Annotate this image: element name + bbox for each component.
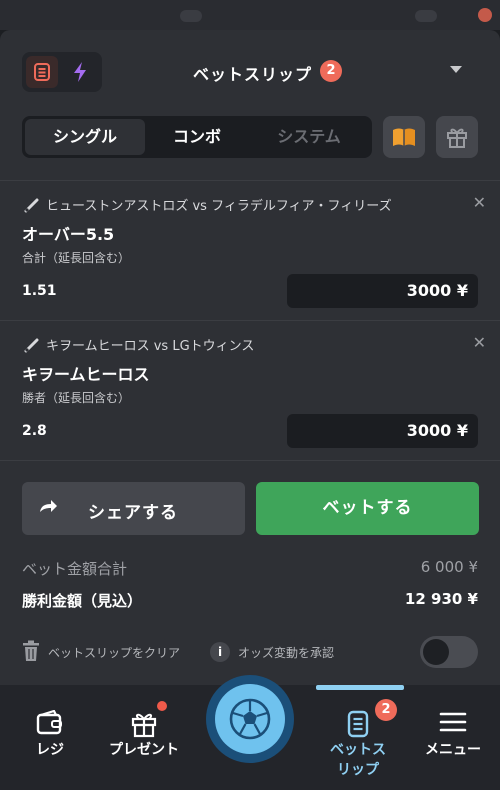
gift-icon	[108, 710, 180, 738]
share-arrow-icon	[38, 498, 58, 519]
tab-combo[interactable]: コンボ	[137, 119, 257, 155]
accept-odds-label: オッズ変動を承認	[238, 646, 335, 660]
book-button[interactable]	[383, 116, 425, 158]
betslip-count-badge: 2	[320, 60, 342, 82]
bet-market: 勝者（延長回含む）	[22, 391, 131, 405]
hamburger-menu-icon	[421, 710, 485, 738]
clear-betslip-link[interactable]: ベットスリップをクリア	[48, 644, 180, 661]
gift-button[interactable]	[436, 116, 478, 158]
chevron-down-icon[interactable]	[450, 66, 462, 73]
betslip-nav-badge: 2	[375, 699, 397, 721]
nav-label: プレゼント	[109, 742, 179, 758]
stake-input[interactable]: 3000 ¥	[287, 274, 478, 308]
potential-win-value: 12 930 ¥	[404, 590, 478, 608]
nav-item-present[interactable]: プレゼント	[108, 710, 180, 760]
bet-match: ヒューストンアストロズ vs フィラデルフィア・フィリーズ	[24, 195, 392, 214]
baseball-bat-icon	[24, 198, 39, 212]
bet-match: キヲームヒーロス vs LGトウィンス	[24, 335, 254, 354]
status-pill	[415, 10, 437, 22]
active-tab-indicator	[316, 685, 404, 690]
lightning-icon[interactable]	[64, 56, 96, 88]
soccer-ball-icon	[215, 684, 285, 754]
betslip-list-icon[interactable]	[26, 56, 58, 88]
gift-icon	[447, 128, 467, 148]
accept-odds-toggle[interactable]	[420, 636, 478, 668]
bet-item: キヲームヒーロス vs LGトウィンス ✕ キヲームヒーロス 勝者（延長回含む）…	[0, 320, 500, 460]
baseball-bat-icon	[24, 338, 39, 352]
status-pill	[180, 10, 202, 22]
total-stake-label: ベット金額合計	[22, 560, 128, 578]
betslip-sheet: ベットスリップ 2 シングル コンボ システム ヒューストンアストロズ vs フ…	[0, 30, 500, 685]
betslip-mode-switch	[22, 52, 102, 92]
notification-dot	[157, 701, 167, 711]
close-icon[interactable]: ✕	[473, 333, 486, 352]
bet-selection: オーバー5.5	[22, 225, 115, 244]
betslip-options: ベットスリップをクリア i オッズ変動を承認	[22, 636, 478, 670]
betslip-header: ベットスリップ 2	[0, 50, 500, 94]
book-icon	[393, 128, 415, 146]
toggle-knob	[423, 639, 449, 665]
nav-label: ベットス リップ	[330, 742, 386, 778]
bet-odds: 2.8	[22, 423, 47, 439]
close-icon[interactable]: ✕	[473, 193, 486, 212]
bet-item: ヒューストンアストロズ vs フィラデルフィア・フィリーズ ✕ オーバー5.5 …	[0, 180, 500, 320]
share-button[interactable]: シェアする	[22, 482, 245, 535]
place-bet-button[interactable]: ベットする	[256, 482, 479, 535]
nav-label: レジ	[36, 742, 64, 758]
betslip-title: ベットスリップ	[193, 65, 313, 84]
nav-item-menu[interactable]: メニュー	[421, 710, 485, 760]
total-stake-value: 6 000 ¥	[420, 558, 478, 576]
share-button-label: シェアする	[88, 503, 178, 523]
trash-icon[interactable]	[22, 640, 40, 666]
bet-match-label: キヲームヒーロス vs LGトウィンス	[46, 339, 255, 354]
bet-market: 合計（延長回含む）	[22, 251, 131, 265]
stake-input[interactable]: 3000 ¥	[287, 414, 478, 448]
nav-item-cashier[interactable]: レジ	[25, 709, 75, 760]
bet-selection: キヲームヒーロス	[22, 365, 150, 384]
sports-home-button[interactable]	[206, 675, 294, 763]
divider	[0, 460, 500, 461]
tab-single[interactable]: シングル	[25, 119, 145, 155]
tab-system[interactable]: システム	[249, 119, 369, 155]
bet-match-label: ヒューストンアストロズ vs フィラデルフィア・フィリーズ	[46, 199, 392, 214]
bet-odds: 1.51	[22, 283, 57, 299]
top-status-strip	[0, 0, 500, 30]
potential-win-label: 勝利金額（見込）	[22, 592, 143, 610]
wallet-icon	[25, 709, 75, 738]
bet-type-tabs: シングル コンボ システム	[22, 116, 372, 158]
flame-icon	[478, 8, 492, 22]
info-icon[interactable]: i	[210, 642, 230, 662]
nav-label: メニュー	[425, 742, 481, 758]
